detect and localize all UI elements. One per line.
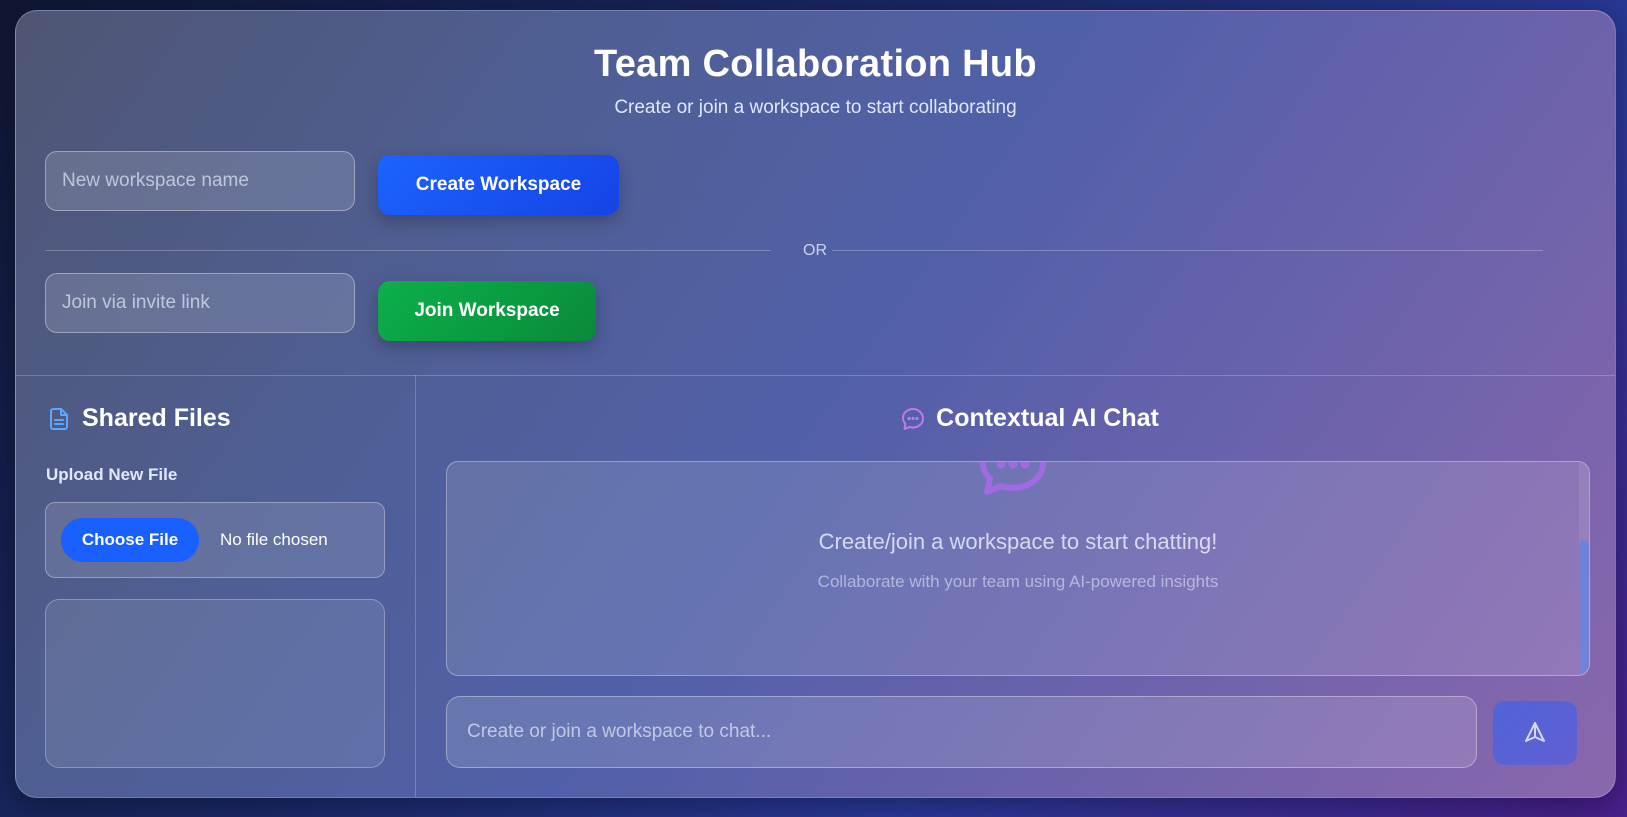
chat-scrollbar[interactable] <box>1579 462 1589 675</box>
send-button[interactable] <box>1493 701 1577 765</box>
divider-right <box>832 250 1543 251</box>
chat-scrollbar-thumb[interactable] <box>1579 540 1589 675</box>
section-divider <box>16 375 1615 376</box>
chat-title: Contextual AI Chat <box>936 404 1159 432</box>
chat-empty-title: Create/join a workspace to start chattin… <box>818 529 1218 554</box>
divider-or-label: OR <box>803 242 827 259</box>
file-upload-field[interactable]: Choose File No file chosen <box>45 502 385 578</box>
page-title: Team Collaboration Hub <box>594 43 1037 85</box>
upload-label: Upload New File <box>46 465 178 484</box>
choose-file-button[interactable]: Choose File <box>61 518 199 562</box>
workspace-name-input[interactable] <box>45 151 355 211</box>
file-list <box>45 599 385 768</box>
send-icon <box>1523 720 1547 747</box>
chat-bubble-icon <box>900 406 926 432</box>
chat-messages-area[interactable]: Create/join a workspace to start chattin… <box>446 461 1590 676</box>
chat-empty-icon <box>977 462 1049 503</box>
chat-empty-subtitle: Collaborate with your team using AI-powe… <box>817 572 1219 591</box>
divider-left <box>45 250 771 251</box>
join-workspace-button[interactable]: Join Workspace <box>378 281 596 341</box>
main-card: Team Collaboration Hub Create or join a … <box>15 10 1616 798</box>
chat-message-input[interactable] <box>446 696 1477 768</box>
invite-link-input[interactable] <box>45 273 355 333</box>
panel-divider <box>415 375 416 797</box>
file-status-text: No file chosen <box>220 530 328 549</box>
chat-heading: Contextual AI Chat <box>16 404 1615 433</box>
create-workspace-button[interactable]: Create Workspace <box>378 155 619 215</box>
page-subtitle: Create or join a workspace to start coll… <box>614 97 1017 118</box>
